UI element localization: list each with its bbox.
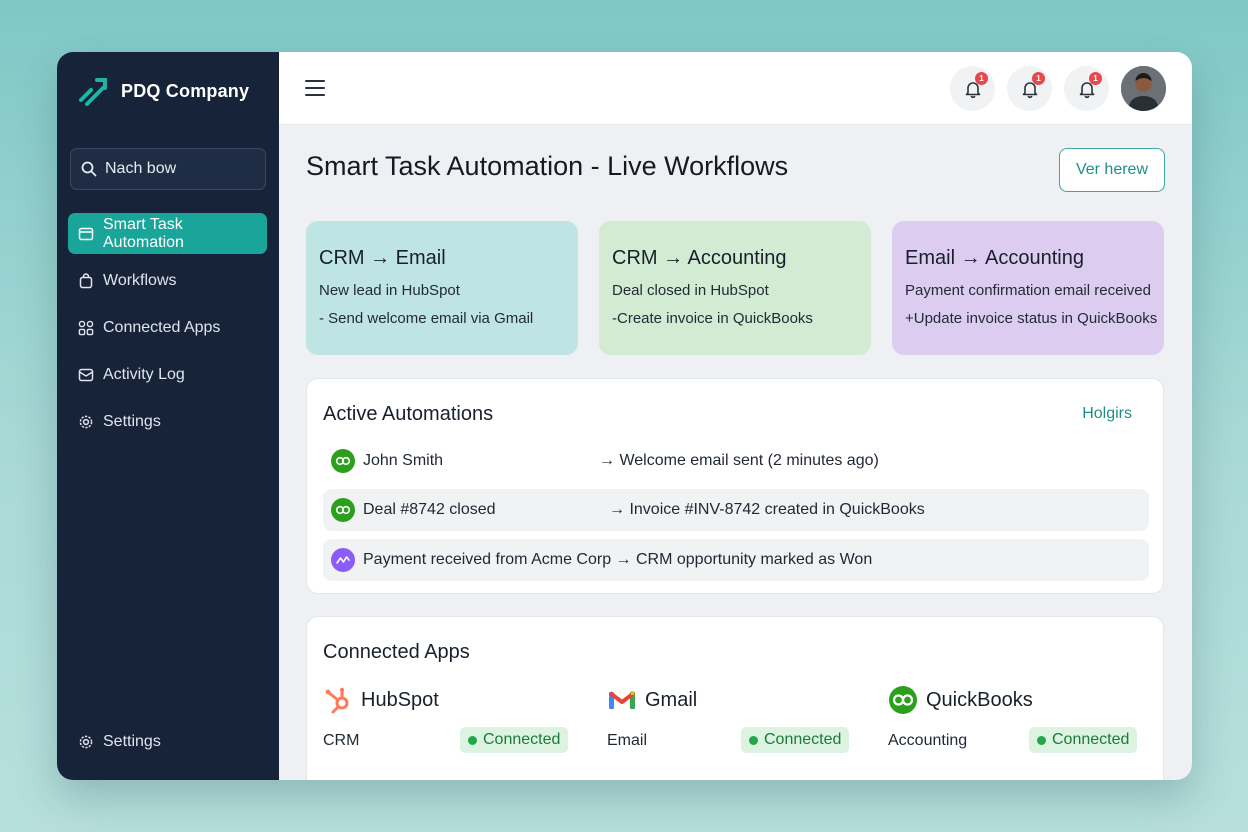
sidebar-nav: Smart Task Automation Workflows Connecte… [68,213,267,448]
gear-icon [79,735,93,748]
automation-subject: Deal #8742 closed [363,501,496,518]
main-content: 1 1 1 Smart Task Automation - Live Workf… [279,52,1192,780]
sidebar-item-settings-bottom[interactable]: Settings [68,721,267,762]
automation-subject: John Smith [363,452,444,469]
notification-badge: 1 [1089,72,1102,85]
sidebar-item-label: Smart Task Automation [103,215,184,251]
sidebar-item-smart-task-automation[interactable]: Smart Task Automation [68,213,267,254]
sidebar-item-label: Settings [103,732,161,750]
gear-icon [79,415,93,428]
app-category: CRM [323,732,360,749]
card-title: CRM → Accounting [612,247,787,269]
bag-icon [79,272,93,288]
workflow-cards: CRM → Email New lead in HubSpot - Send w… [306,221,1164,355]
workflow-card-crm-accounting[interactable]: CRM → Accounting Deal closed in HubSpot … [599,221,871,355]
search-icon [81,161,97,177]
menu-icon[interactable] [305,80,325,96]
search-box[interactable] [70,148,266,190]
card-action: - Send welcome email via Gmail [319,310,534,327]
window-icon [78,227,94,240]
automation-result: → Invoice #INV-8742 created in QuickBook… [609,501,925,518]
user-avatar-icon [1121,66,1166,111]
sidebar-item-settings[interactable]: Settings [68,401,267,442]
sidebar-item-label: Workflows [103,271,177,289]
quickbooks-icon [331,449,355,473]
app-name: HubSpot [361,688,439,711]
automation-subject: Payment received from Acme Corp → CRM op… [363,551,873,568]
grid-icon [78,320,94,335]
quickbooks-icon [889,686,917,714]
gmail-icon [608,691,636,709]
quickbooks-icon [331,498,355,522]
card-title: CRM → Email [319,247,446,269]
card-trigger: Payment confirmation email received [905,282,1151,299]
automation-result: → Welcome email sent (2 minutes ago) [599,452,879,469]
app-hubspot[interactable]: HubSpot CRM Connected [323,685,569,753]
notification-badge: 1 [1032,72,1045,85]
connected-apps-panel: Connected Apps HubSpot CRM Connected Gma… [306,616,1164,780]
app-window: PDQ Company Smart Task Automation Workfl… [57,52,1192,780]
status-badge: Connected [1029,727,1138,753]
search-input[interactable] [105,160,255,178]
card-title: Email → Accounting [905,247,1084,269]
brand-logo-icon [79,78,107,106]
automation-row[interactable]: Payment received from Acme Corp → CRM op… [323,539,1149,581]
card-action: -Create invoice in QuickBooks [612,310,813,327]
page-title: Smart Task Automation - Live Workflows [306,151,789,181]
sidebar: PDQ Company Smart Task Automation Workfl… [57,52,279,780]
status-badge: Connected [460,727,569,753]
sidebar-item-label: Settings [103,412,161,430]
panel-title: Connected Apps [323,641,470,663]
automation-row[interactable]: John Smith → Welcome email sent (2 minut… [323,440,1149,482]
brand[interactable]: PDQ Company [77,74,249,108]
brand-name: PDQ Company [121,80,250,101]
workflow-card-email-accounting[interactable]: Email → Accounting Payment confirmation … [892,221,1164,355]
topbar: 1 1 1 [279,52,1192,125]
app-name: Gmail [645,688,698,711]
notification-button[interactable]: 1 [1007,66,1052,111]
active-automations-panel: Active Automations Holgirs John Smith → … [306,378,1164,594]
automations-link[interactable]: Holgirs [1082,405,1132,423]
activity-icon [331,548,355,572]
sidebar-item-label: Activity Log [103,365,185,383]
sidebar-item-workflows[interactable]: Workflows [68,260,267,301]
notification-badge: 1 [975,72,988,85]
inbox-icon [78,368,94,381]
app-gmail[interactable]: Gmail Email Connected [607,685,850,753]
sidebar-item-activity-log[interactable]: Activity Log [68,354,267,395]
sidebar-item-label: Connected Apps [103,318,221,336]
sidebar-footer: Settings [68,721,267,762]
workflow-card-crm-email[interactable]: CRM → Email New lead in HubSpot - Send w… [306,221,578,355]
card-trigger: Deal closed in HubSpot [612,282,769,299]
notification-button[interactable]: 1 [950,66,995,111]
app-quickbooks[interactable]: QuickBooks Accounting Connected [888,685,1138,753]
app-category: Email [607,732,648,749]
top-actions: 1 1 1 [950,66,1166,111]
sidebar-item-connected-apps[interactable]: Connected Apps [68,307,267,348]
card-action: +Update invoice status in QuickBooks [905,310,1158,327]
app-category: Accounting [888,732,968,749]
card-trigger: New lead in HubSpot [319,282,460,299]
view-button[interactable]: Ver herew [1059,148,1165,192]
hubspot-icon [325,687,349,714]
avatar[interactable] [1121,66,1166,111]
panel-title: Active Automations [323,403,494,425]
automation-row[interactable]: Deal #8742 closed → Invoice #INV-8742 cr… [323,489,1149,531]
app-name: QuickBooks [926,688,1033,711]
notification-button[interactable]: 1 [1064,66,1109,111]
status-badge: Connected [741,727,850,753]
